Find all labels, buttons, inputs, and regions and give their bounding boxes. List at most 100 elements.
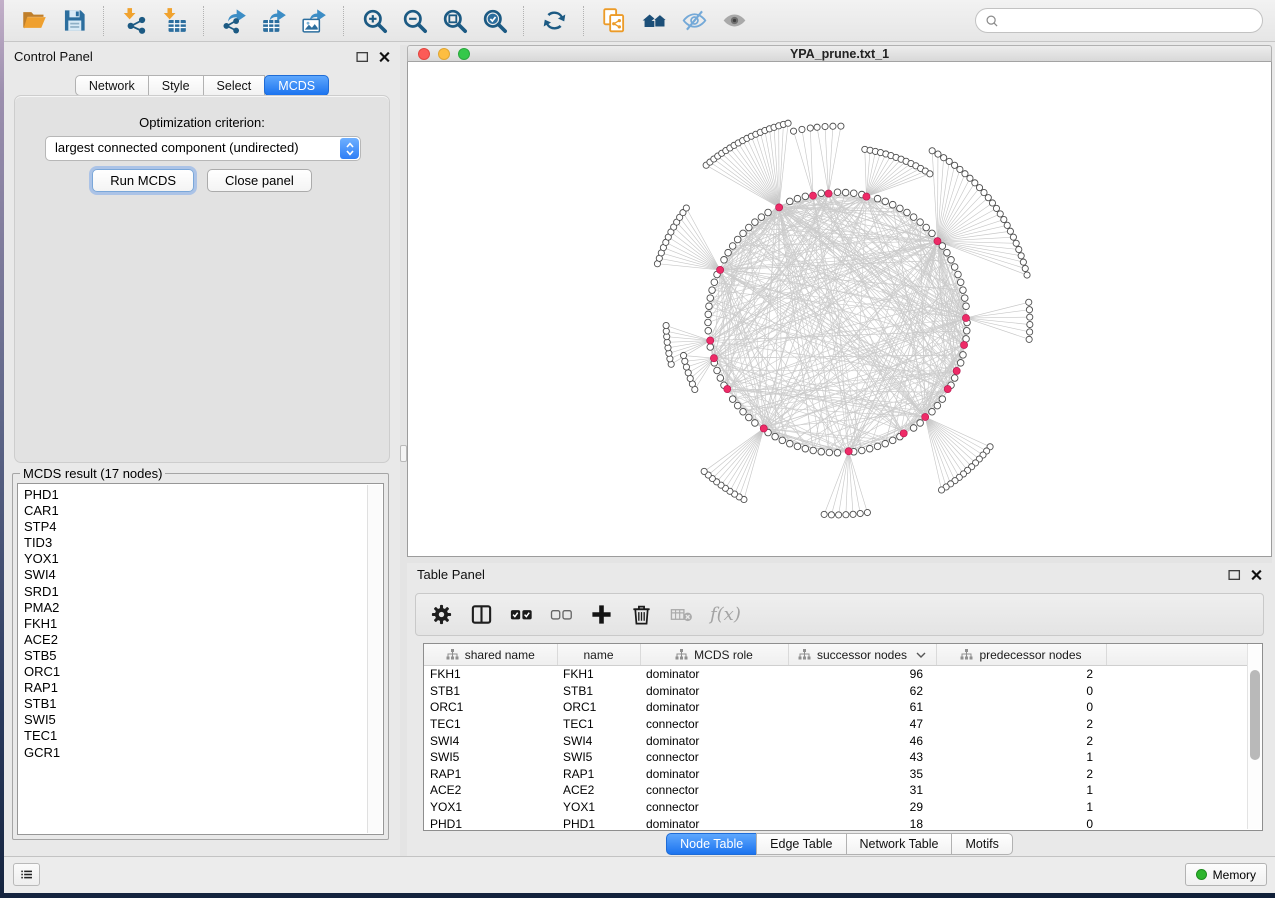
tab-select[interactable]: Select — [203, 75, 266, 96]
table-row[interactable]: ACE2ACE2connector311 — [424, 782, 1248, 799]
graph-leaf-node[interactable] — [997, 211, 1003, 217]
graph-leaf-node[interactable] — [822, 123, 828, 129]
graph-node[interactable] — [758, 214, 765, 221]
graph-leaf-node[interactable] — [972, 180, 978, 186]
memory-button[interactable]: Memory — [1185, 863, 1267, 886]
graph-leaf-node[interactable] — [1001, 216, 1007, 222]
mcds-result-item[interactable]: RAP1 — [24, 680, 383, 696]
mcds-list-scrollbar[interactable] — [367, 485, 382, 833]
graph-leaf-node[interactable] — [946, 158, 952, 164]
graph-hub-node[interactable] — [900, 430, 907, 437]
column-header-predecessor-nodes[interactable]: predecessor nodes — [936, 644, 1106, 666]
graph-node[interactable] — [951, 375, 958, 382]
tab-network[interactable]: Network — [75, 75, 149, 96]
graph-node[interactable] — [705, 327, 712, 334]
graph-leaf-node[interactable] — [807, 125, 813, 131]
cell-predecessor-nodes[interactable]: 0 — [936, 815, 1106, 832]
cell-shared-name[interactable]: ORC1 — [424, 699, 557, 716]
graph-hub-node[interactable] — [809, 192, 816, 199]
graph-node[interactable] — [706, 303, 713, 310]
graph-leaf-node[interactable] — [1004, 222, 1010, 228]
save-session-button[interactable] — [56, 3, 92, 39]
graph-leaf-node[interactable] — [821, 511, 827, 517]
graph-node[interactable] — [707, 344, 714, 351]
cell-predecessor-nodes[interactable]: 0 — [936, 683, 1106, 700]
cell-shared-name[interactable]: STB1 — [424, 683, 557, 700]
cell-shared-name[interactable]: TEC1 — [424, 716, 557, 733]
graph-leaf-node[interactable] — [838, 123, 844, 129]
table-row[interactable]: SWI4SWI4dominator462 — [424, 732, 1248, 749]
graph-node[interactable] — [910, 214, 917, 221]
cell-predecessor-nodes[interactable]: 1 — [936, 749, 1106, 766]
graph-leaf-node[interactable] — [976, 185, 982, 191]
graph-node[interactable] — [955, 271, 962, 278]
table-scrollbar[interactable] — [1247, 645, 1262, 829]
graph-leaf-node[interactable] — [680, 352, 686, 358]
mcds-result-item[interactable]: PHD1 — [24, 487, 383, 503]
cell-shared-name[interactable]: SWI5 — [424, 749, 557, 766]
graph-leaf-node[interactable] — [843, 512, 849, 518]
column-header-name[interactable]: name — [557, 644, 640, 666]
run-mcds-button[interactable]: Run MCDS — [92, 169, 194, 192]
graph-node[interactable] — [786, 440, 793, 447]
graph-node[interactable] — [889, 437, 896, 444]
graph-node[interactable] — [834, 449, 841, 456]
search-input[interactable] — [1004, 13, 1253, 29]
cell-successor-nodes[interactable]: 43 — [788, 749, 936, 766]
zoom-selected-button[interactable] — [476, 3, 512, 39]
cell-successor-nodes[interactable]: 35 — [788, 766, 936, 783]
graph-hub-node[interactable] — [845, 448, 852, 455]
mcds-result-item[interactable]: GCR1 — [24, 745, 383, 761]
graph-leaf-node[interactable] — [1020, 259, 1026, 265]
graph-node[interactable] — [944, 249, 951, 256]
cell-mcds-role[interactable]: connector — [640, 716, 788, 733]
graph-leaf-node[interactable] — [1026, 307, 1032, 313]
graph-leaf-node[interactable] — [857, 510, 863, 516]
graph-leaf-node[interactable] — [927, 171, 933, 177]
splitter-handle[interactable] — [400, 445, 407, 462]
add-column-button[interactable] — [590, 603, 613, 626]
graph-node[interactable] — [717, 375, 724, 382]
cell-mcds-role[interactable]: dominator — [640, 732, 788, 749]
mcds-result-item[interactable]: STP4 — [24, 519, 383, 535]
float-panel-icon[interactable] — [356, 51, 369, 63]
graph-leaf-node[interactable] — [938, 487, 944, 493]
graph-node[interactable] — [963, 303, 970, 310]
graph-node[interactable] — [929, 408, 936, 415]
graph-node[interactable] — [897, 205, 904, 212]
graph-node[interactable] — [904, 209, 911, 216]
zoom-fit-button[interactable] — [436, 3, 472, 39]
close-table-panel-icon[interactable] — [1250, 569, 1263, 581]
graph-node[interactable] — [729, 396, 736, 403]
mcds-result-item[interactable]: ACE2 — [24, 632, 383, 648]
graph-node[interactable] — [934, 402, 941, 409]
graph-leaf-node[interactable] — [799, 126, 805, 132]
cell-successor-nodes[interactable]: 47 — [788, 716, 936, 733]
graph-leaf-node[interactable] — [1022, 265, 1028, 271]
graph-leaf-node[interactable] — [929, 148, 935, 154]
graph-hub-node[interactable] — [825, 190, 832, 197]
mcds-result-item[interactable]: PMA2 — [24, 600, 383, 616]
cell-successor-nodes[interactable]: 61 — [788, 699, 936, 716]
graph-leaf-node[interactable] — [967, 175, 973, 181]
mcds-result-item[interactable]: SWI5 — [24, 712, 383, 728]
cell-successor-nodes[interactable]: 96 — [788, 666, 936, 683]
graph-node[interactable] — [850, 190, 857, 197]
cell-predecessor-nodes[interactable]: 1 — [936, 799, 1106, 816]
graph-node[interactable] — [957, 279, 964, 286]
close-panel-button[interactable]: Close panel — [207, 169, 312, 192]
tab-node-table[interactable]: Node Table — [666, 833, 757, 855]
graph-node[interactable] — [746, 414, 753, 421]
graph-leaf-node[interactable] — [935, 151, 941, 157]
cell-name[interactable]: ORC1 — [557, 699, 640, 716]
cell-name[interactable]: TEC1 — [557, 716, 640, 733]
cell-successor-nodes[interactable]: 29 — [788, 799, 936, 816]
delete-column-button[interactable] — [630, 603, 653, 626]
graph-node[interactable] — [834, 189, 841, 196]
cell-name[interactable]: PHD1 — [557, 815, 640, 832]
graph-leaf-node[interactable] — [1007, 228, 1013, 234]
graph-node[interactable] — [794, 195, 801, 202]
graph-node[interactable] — [951, 264, 958, 271]
cell-name[interactable]: ACE2 — [557, 782, 640, 799]
graph-hub-node[interactable] — [863, 193, 870, 200]
